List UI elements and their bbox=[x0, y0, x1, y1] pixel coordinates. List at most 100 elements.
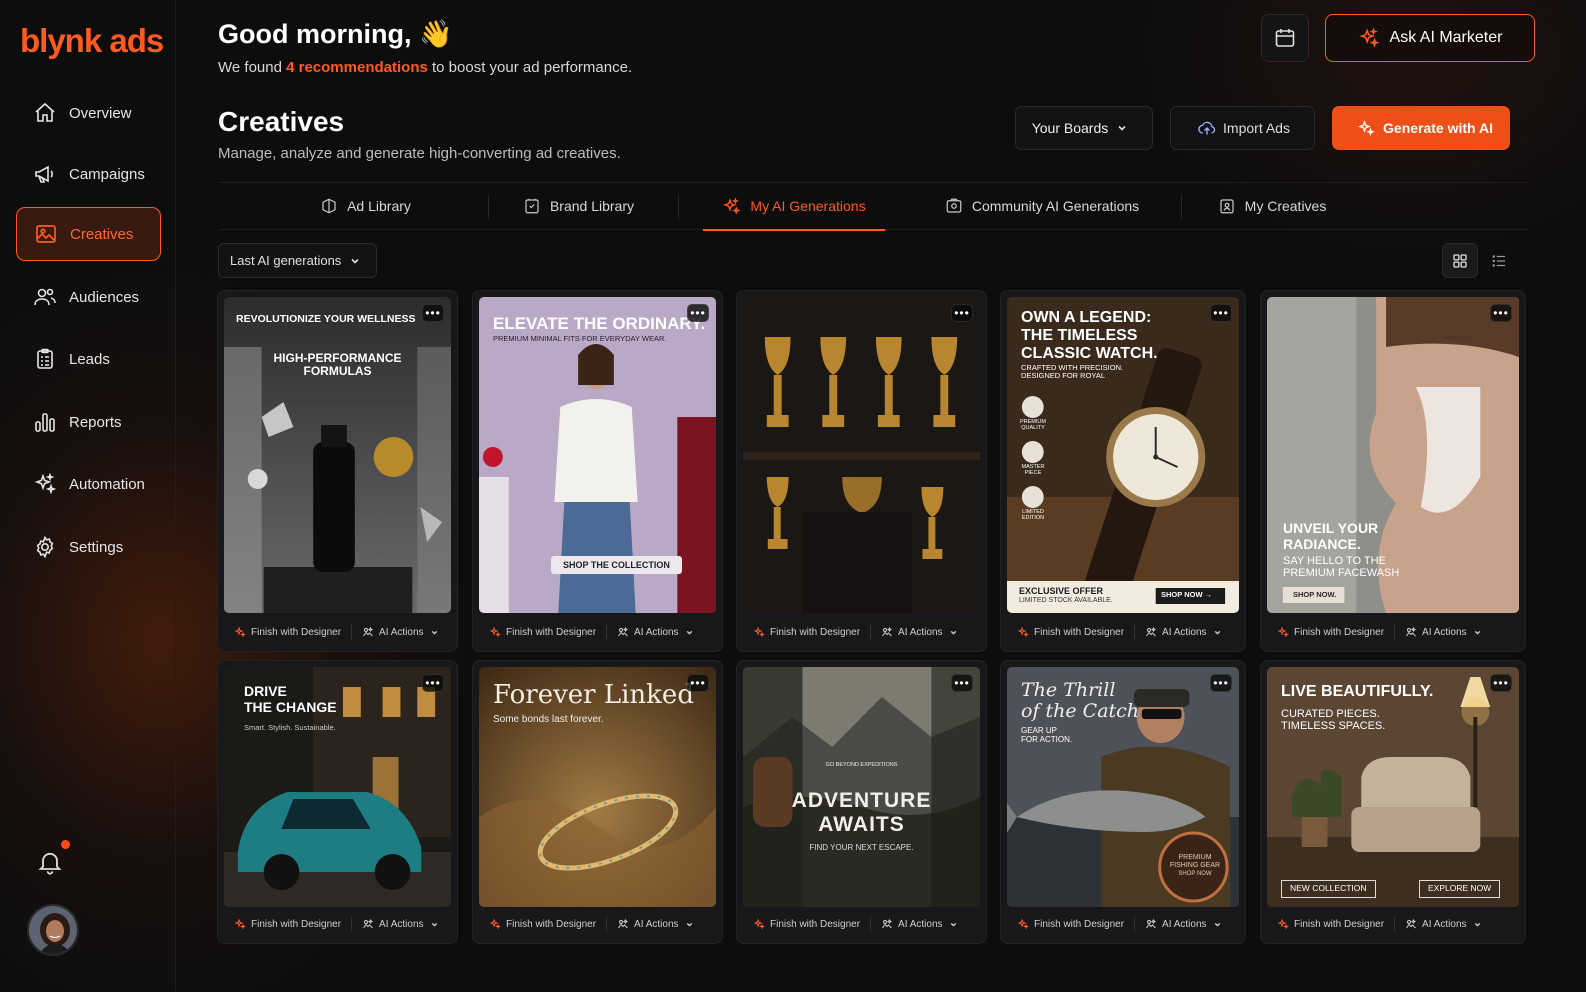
more-options-button[interactable]: ••• bbox=[1490, 674, 1512, 692]
creative-preview-car[interactable]: DRIVE THE CHANGE Smart. Stylish. Sustaina… bbox=[224, 667, 451, 907]
finish-with-designer-button[interactable]: Finish with Designer bbox=[1017, 626, 1124, 638]
import-ads-button[interactable]: Import Ads bbox=[1170, 106, 1315, 150]
ai-actions-dropdown[interactable]: AI Actions bbox=[881, 918, 962, 930]
more-options-button[interactable]: ••• bbox=[687, 304, 709, 322]
footer-divider bbox=[1394, 625, 1396, 639]
chevron-down-icon bbox=[1214, 630, 1220, 635]
sidebar-item-creatives[interactable]: Creatives bbox=[16, 207, 161, 261]
creative-preview-apparel[interactable]: ELEVATE THE ORDINARY. PREMIUM MINIMAL FI… bbox=[479, 297, 716, 613]
card-text: TIMELESS SPACES. bbox=[1281, 720, 1386, 733]
ai-actions-dropdown[interactable]: AI Actions bbox=[362, 626, 443, 638]
list-view-toggle[interactable] bbox=[1481, 243, 1517, 278]
recommendations-link[interactable]: 4 recommendations bbox=[286, 59, 428, 76]
bell-icon[interactable] bbox=[36, 848, 64, 876]
card-headline: The Thrill of the Catch bbox=[1021, 679, 1139, 723]
calendar-button[interactable] bbox=[1261, 14, 1309, 62]
tab-community-ai-generations[interactable]: Community AI Generations bbox=[942, 183, 1142, 229]
ai-actions-icon bbox=[1146, 918, 1157, 929]
more-options-button[interactable]: ••• bbox=[1490, 304, 1512, 322]
ai-actions-dropdown[interactable]: AI Actions bbox=[617, 626, 698, 638]
tab-ad-library[interactable]: Ad Library bbox=[313, 183, 418, 229]
card-text: RADIANCE. bbox=[1283, 535, 1361, 552]
ai-actions-dropdown[interactable]: AI Actions bbox=[617, 918, 698, 930]
creative-preview-bracelet[interactable]: Forever Linked Some bonds last forever. bbox=[479, 667, 716, 907]
tab-my-creatives[interactable]: My Creatives bbox=[1216, 183, 1328, 229]
creative-preview-watch[interactable]: OWN A LEGEND: THE TIMELESS CLASSIC WATCH. … bbox=[1007, 297, 1239, 613]
ai-actions-dropdown[interactable]: AI Actions bbox=[1145, 918, 1226, 930]
creative-card[interactable]: GO BEYOND EXPEDITIONS ADVENTURE AWAITS FI… bbox=[736, 660, 987, 944]
finish-label: Finish with Designer bbox=[1034, 918, 1125, 930]
creative-card[interactable]: OWN A LEGEND: THE TIMELESS CLASSIC WATCH. … bbox=[1000, 290, 1246, 652]
finish-with-designer-button[interactable]: Finish with Designer bbox=[234, 918, 341, 930]
finish-with-designer-button[interactable]: Finish with Designer bbox=[1017, 918, 1124, 930]
finish-label: Finish with Designer bbox=[770, 918, 861, 930]
import-label: Import Ads bbox=[1223, 120, 1290, 136]
creative-preview-trophies[interactable] bbox=[743, 297, 980, 613]
creative-card[interactable]: RADIANT UNVEIL YOUR RADIANCE. SAY HELLO T… bbox=[1260, 290, 1526, 652]
card-text: THE TIMELESS bbox=[1021, 326, 1138, 344]
sidebar-item-automation[interactable]: Automation bbox=[16, 457, 161, 511]
finish-with-designer-button[interactable]: Finish with Designer bbox=[489, 918, 596, 930]
more-options-button[interactable]: ••• bbox=[687, 674, 709, 692]
creative-preview-fishing[interactable]: The Thrill of the Catch GEAR UP FOR ACTION… bbox=[1007, 667, 1239, 907]
creative-card[interactable]: Forever Linked Some bonds last forever. … bbox=[472, 660, 723, 944]
ai-actions-dropdown[interactable]: AI Actions bbox=[1405, 626, 1486, 638]
finish-with-designer-button[interactable]: Finish with Designer bbox=[234, 626, 341, 638]
more-options-button[interactable]: ••• bbox=[1210, 674, 1232, 692]
grid-view-toggle[interactable] bbox=[1442, 243, 1478, 278]
card-text: AWAITS bbox=[818, 812, 905, 836]
sidebar-item-settings[interactable]: Settings bbox=[16, 520, 161, 574]
card-text: SAY HELLO TO THE bbox=[1283, 555, 1386, 567]
creative-card[interactable]: LIVE BEAUTIFULLY. CURATED PIECES. TIMELES… bbox=[1260, 660, 1526, 944]
generation-filter-dropdown[interactable]: Last AI generations bbox=[218, 243, 377, 278]
more-options-button[interactable]: ••• bbox=[1210, 304, 1232, 322]
finish-with-designer-button[interactable]: Finish with Designer bbox=[1277, 626, 1384, 638]
chevron-down-icon bbox=[1118, 125, 1126, 131]
more-options-button[interactable]: ••• bbox=[951, 674, 973, 692]
card-footer: Finish with Designer AI Actions bbox=[479, 911, 716, 937]
creative-preview-wellness[interactable]: REVOLUTIONIZE YOUR WELLNESS HIGH-PERFORM… bbox=[224, 297, 451, 613]
finish-label: Finish with Designer bbox=[1294, 918, 1385, 930]
card-text: SAY HELLO TO THE PREMIUM FACEWASH bbox=[1283, 555, 1399, 580]
finish-label: Finish with Designer bbox=[1034, 626, 1125, 638]
ai-actions-dropdown[interactable]: AI Actions bbox=[1405, 918, 1486, 930]
tab-my-ai-generations[interactable]: My AI Generations bbox=[703, 183, 885, 231]
card-text: CURATED PIECES. bbox=[1281, 708, 1380, 720]
sidebar-item-leads[interactable]: Leads bbox=[16, 332, 161, 386]
ai-actions-label: AI Actions bbox=[379, 918, 424, 930]
creative-preview-facewash[interactable]: RADIANT UNVEIL YOUR RADIANCE. SAY HELLO T… bbox=[1267, 297, 1519, 613]
sidebar-item-campaigns[interactable]: Campaigns bbox=[16, 147, 161, 201]
ai-actions-label: AI Actions bbox=[634, 626, 679, 638]
creative-card[interactable]: ELEVATE THE ORDINARY. PREMIUM MINIMAL FI… bbox=[472, 290, 723, 652]
card-brand: RADIANT bbox=[1443, 335, 1473, 342]
your-boards-dropdown[interactable]: Your Boards bbox=[1015, 106, 1153, 150]
creative-preview-adventure[interactable]: GO BEYOND EXPEDITIONS ADVENTURE AWAITS FI… bbox=[743, 667, 980, 907]
creative-card[interactable]: DRIVE THE CHANGE Smart. Stylish. Sustaina… bbox=[217, 660, 458, 944]
brand-logo[interactable]: blynk ads bbox=[20, 22, 164, 60]
user-avatar[interactable] bbox=[27, 904, 79, 956]
finish-with-designer-button[interactable]: Finish with Designer bbox=[753, 626, 860, 638]
ask-ai-marketer-button[interactable]: Ask AI Marketer bbox=[1325, 14, 1535, 62]
finish-with-designer-button[interactable]: Finish with Designer bbox=[489, 626, 596, 638]
sidebar-item-reports[interactable]: Reports bbox=[16, 395, 161, 449]
more-options-button[interactable]: ••• bbox=[422, 304, 444, 322]
ai-actions-dropdown[interactable]: AI Actions bbox=[1145, 626, 1226, 638]
ai-actions-dropdown[interactable]: AI Actions bbox=[881, 626, 962, 638]
more-options-button[interactable]: ••• bbox=[951, 304, 973, 322]
ai-actions-dropdown[interactable]: AI Actions bbox=[362, 918, 443, 930]
tab-divider bbox=[678, 195, 679, 219]
chevron-down-icon bbox=[950, 922, 956, 927]
finish-label: Finish with Designer bbox=[506, 626, 597, 638]
generate-with-ai-button[interactable]: Generate with AI bbox=[1332, 106, 1510, 150]
finish-with-designer-button[interactable]: Finish with Designer bbox=[1277, 918, 1384, 930]
sidebar-item-audiences[interactable]: Audiences bbox=[16, 270, 161, 324]
ai-actions-label: AI Actions bbox=[379, 626, 424, 638]
sidebar-item-overview[interactable]: Overview bbox=[16, 86, 161, 140]
tab-brand-library[interactable]: Brand Library bbox=[521, 183, 636, 229]
creative-card[interactable]: REVOLUTIONIZE YOUR WELLNESS HIGH-PERFORM… bbox=[217, 290, 458, 652]
more-options-button[interactable]: ••• bbox=[422, 674, 444, 692]
finish-with-designer-button[interactable]: Finish with Designer bbox=[753, 918, 860, 930]
creative-card[interactable]: ••• Finish with Designer AI Actions bbox=[736, 290, 987, 652]
creative-card[interactable]: The Thrill of the Catch GEAR UP FOR ACTION… bbox=[1000, 660, 1246, 944]
creative-preview-furniture[interactable]: LIVE BEAUTIFULLY. CURATED PIECES. TIMELES… bbox=[1267, 667, 1519, 907]
